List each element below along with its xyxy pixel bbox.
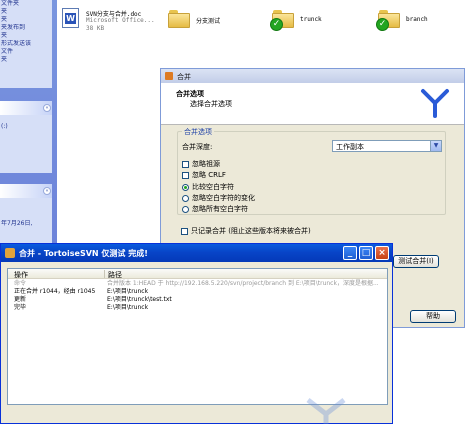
close-button[interactable]: ×: [375, 246, 389, 260]
details-panel: 年7月26日,: [0, 198, 52, 243]
folder-icon: [168, 10, 190, 28]
merge-depth-select[interactable]: 工作副本 ▼: [332, 140, 442, 152]
wizard-heading: 合并选项: [176, 90, 204, 98]
file-type: Microsoft Office...: [86, 17, 155, 24]
ignore-ancestry-checkbox[interactable]: 忽略祖源: [182, 159, 220, 168]
task-link[interactable]: 文件: [0, 48, 52, 56]
task-link[interactable]: 夹: [0, 32, 52, 40]
list-row[interactable]: 完毕 E:\项目\trunck: [8, 304, 387, 312]
radio-label: 忽略所有空白字符: [192, 205, 248, 213]
row-path: E:\项目\trunck: [107, 288, 149, 295]
progress-window-title: 合并 - TortoiseSVN 仅测试 完成!: [19, 249, 148, 258]
wizard-subheading: 选择合并选项: [190, 100, 232, 108]
task-link[interactable]: 夹: [0, 16, 52, 24]
compare-whitespace-radio[interactable]: 比较空白字符: [182, 182, 234, 191]
merge-depth-value: 工作副本: [336, 143, 364, 151]
other-places-header[interactable]: «: [0, 101, 52, 115]
file-folder-tasks-panel: 文件夹 夹 夹 夹发布到 夹 形式发送该 文件 夹: [0, 0, 52, 88]
folder-name: branch: [406, 16, 428, 23]
list-row[interactable]: 命令 合并版本 1:HEAD 于 http://192.168.5.220/sv…: [8, 280, 387, 288]
folder-name: trunck: [300, 16, 322, 23]
row-action: 命令: [14, 280, 27, 287]
tortoisesvn-icon: [165, 72, 173, 80]
chevron-down-icon[interactable]: ▼: [430, 141, 441, 151]
details-modified-date: 年7月26日,: [1, 220, 33, 227]
file-size: 38 KB: [86, 25, 105, 32]
other-places-panel: (:): [0, 115, 52, 173]
row-path: E:\项目\trunck\test.txt: [107, 296, 172, 303]
ignore-whitespace-changes-radio[interactable]: 忽略空白字符的变化: [182, 193, 255, 202]
radio-label: 比较空白字符: [192, 183, 234, 191]
merge-dialog-title: 合并: [177, 73, 191, 81]
column-header-action[interactable]: 操作: [14, 270, 28, 280]
column-header-path[interactable]: 路径: [108, 270, 122, 280]
watermark-logo: [306, 398, 346, 424]
group-label: 合并选项: [182, 127, 214, 137]
details-header[interactable]: «: [0, 184, 52, 198]
row-action: 正在合并 r1044，经由 r1045: [14, 288, 96, 295]
radio-label: 忽略空白字符的变化: [192, 194, 255, 202]
task-link[interactable]: 夹: [0, 8, 52, 16]
row-action: 更新: [14, 296, 27, 303]
svn-normal-check-icon: ✓: [270, 18, 283, 31]
maximize-button[interactable]: □: [359, 246, 373, 260]
merge-wizard-icon: [421, 89, 449, 118]
ignore-crlf-checkbox[interactable]: 忽略 CRLF: [182, 170, 226, 179]
word-document-icon: W: [62, 8, 79, 28]
task-link[interactable]: 夹: [0, 56, 52, 64]
svn-normal-check-icon: ✓: [376, 18, 389, 31]
list-row[interactable]: 更新 E:\项目\trunck\test.txt: [8, 296, 387, 304]
record-only-checkbox[interactable]: 只记录合并 (阻止这些版本将来被合并): [181, 226, 311, 236]
folder-name: 分支测试: [196, 18, 221, 25]
chevron-up-icon[interactable]: «: [43, 187, 51, 195]
wizard-header: 合并选项 选择合并选项: [161, 83, 464, 125]
folder-icon: ✓: [376, 10, 400, 31]
checkbox-label: 忽略祖源: [192, 160, 220, 168]
list-header: 操作 路径: [8, 269, 387, 279]
progress-titlebar[interactable]: 合并 - TortoiseSVN 仅测试 完成! _ □ ×: [1, 244, 392, 262]
merge-depth-label: 合并深度:: [182, 143, 213, 151]
minimize-button[interactable]: _: [343, 246, 357, 260]
checkbox-label: 忽略 CRLF: [192, 171, 226, 179]
tortoisesvn-icon: [5, 248, 15, 258]
row-path: 合并版本 1:HEAD 于 http://192.168.5.220/svn/p…: [107, 280, 379, 287]
place-link[interactable]: (:): [0, 123, 52, 131]
task-link[interactable]: 形式发送该: [0, 40, 52, 48]
test-merge-button[interactable]: 测试合并(I): [393, 255, 439, 268]
task-link[interactable]: 夹发布到: [0, 24, 52, 32]
task-link[interactable]: 文件夹: [0, 0, 52, 8]
merge-dialog-titlebar[interactable]: 合并: [161, 69, 464, 83]
row-action: 完毕: [14, 304, 27, 311]
help-button[interactable]: 帮助: [410, 310, 456, 323]
merge-options-group: 合并选项 合并深度: 工作副本 ▼ 忽略祖源 忽略 CRLF 比较空白字符 忽略…: [177, 127, 446, 215]
folder-icon: ✓: [270, 10, 294, 31]
progress-list[interactable]: 操作 路径 命令 合并版本 1:HEAD 于 http://192.168.5.…: [7, 268, 388, 405]
chevron-up-icon[interactable]: «: [43, 104, 51, 112]
list-row[interactable]: 正在合并 r1044，经由 r1045 E:\项目\trunck: [8, 288, 387, 296]
checkbox-label: 只记录合并 (阻止这些版本将来被合并): [191, 227, 311, 235]
row-path: E:\项目\trunck: [107, 304, 149, 311]
ignore-all-whitespace-radio[interactable]: 忽略所有空白字符: [182, 204, 248, 213]
